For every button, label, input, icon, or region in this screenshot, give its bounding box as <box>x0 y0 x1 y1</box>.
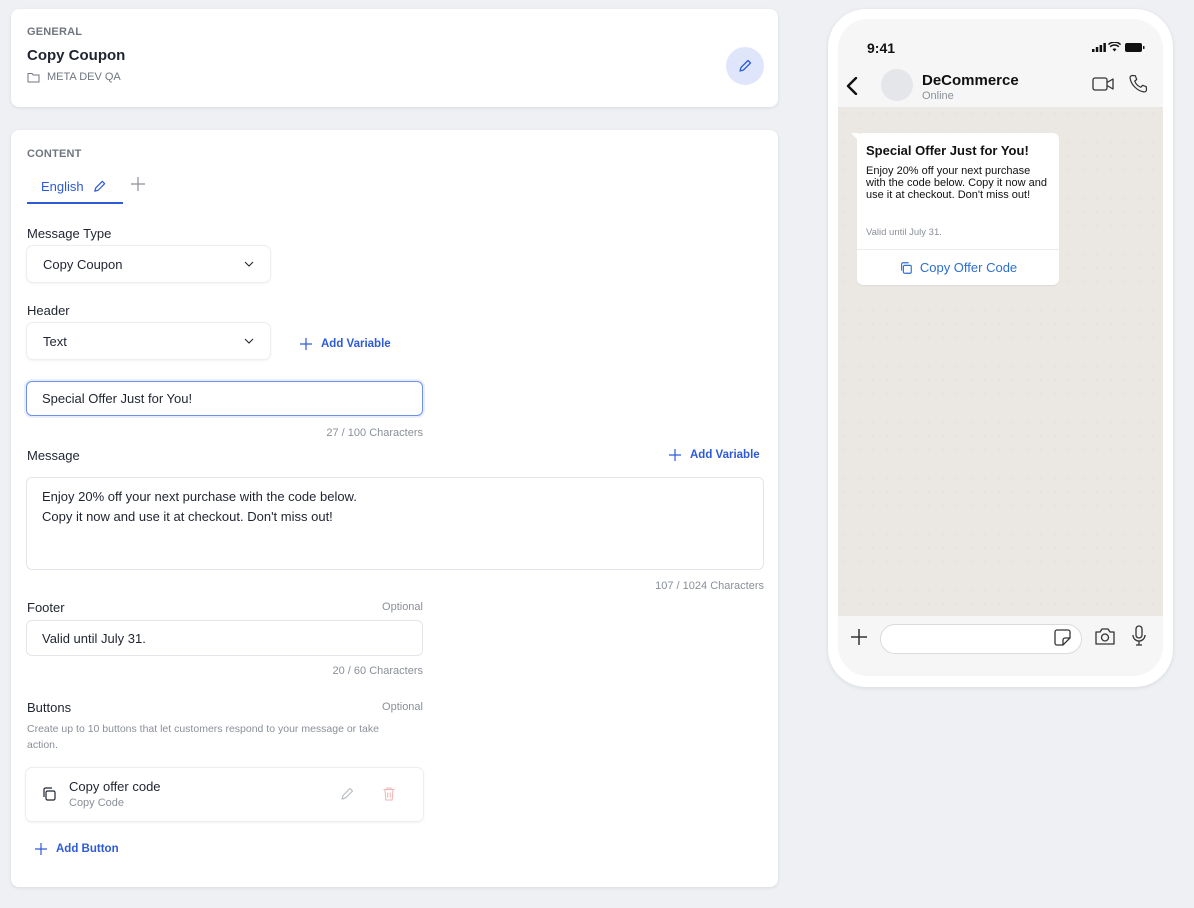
header-char-counter: 27 / 100 Characters <box>326 427 423 439</box>
content-card: CONTENT English Message Type Copy Coupon… <box>11 130 778 887</box>
button-list-item: Copy offer code Copy Code <box>26 768 423 821</box>
chat-header: DeCommerce Online <box>838 59 1163 107</box>
signal-icon <box>1092 43 1106 52</box>
chat-area: Special Offer Just for You! Enjoy 20% of… <box>838 107 1163 616</box>
status-time: 9:41 <box>867 40 896 56</box>
general-card: GENERAL Copy Coupon META DEV QA <box>11 9 778 107</box>
footer-optional-tag: Optional <box>382 601 423 613</box>
pencil-icon <box>739 59 752 72</box>
buttons-label: Buttons <box>27 700 72 715</box>
message-add-variable-label: Add Variable <box>690 449 760 461</box>
message-label: Message <box>27 448 80 463</box>
buttons-hint: Create up to 10 buttons that let custome… <box>27 723 379 751</box>
contact-name: DeCommerce <box>922 72 1019 89</box>
plus-icon[interactable] <box>849 627 869 647</box>
buttons-optional-tag: Optional <box>382 701 423 713</box>
tab-english-label: English <box>41 178 84 194</box>
copy-offer-code-button[interactable]: Copy Offer Code <box>857 250 1059 285</box>
chat-text-input[interactable] <box>880 624 1082 654</box>
copy-icon <box>43 787 56 801</box>
footer-char-counter: 20 / 60 Characters <box>332 665 424 677</box>
phone-preview: 9:41 DeCommerce Online Special Offer Jus… <box>828 9 1173 687</box>
plus-icon <box>669 449 681 461</box>
plus-icon <box>35 843 47 855</box>
footer-input[interactable]: Valid until July 31. <box>26 620 423 656</box>
message-line: Enjoy 20% off your next purchase with th… <box>42 489 357 504</box>
folder-name: META DEV QA <box>47 71 121 83</box>
message-type-label: Message Type <box>27 226 112 241</box>
template-title: Copy Coupon <box>27 47 126 64</box>
tab-english[interactable]: English <box>27 170 123 204</box>
wifi-icon <box>1108 42 1121 52</box>
footer-label: Footer <box>27 600 65 615</box>
add-button-label: Add Button <box>56 843 119 855</box>
header-type-value: Text <box>43 333 67 349</box>
video-call-icon[interactable] <box>1092 77 1115 91</box>
header-text-input[interactable]: Special Offer Just for You! <box>26 381 423 416</box>
bubble-tail <box>851 133 859 141</box>
sticker-icon[interactable] <box>1053 628 1072 647</box>
bubble-body: Enjoy 20% off your next purchase with th… <box>866 165 1048 201</box>
header-label: Header <box>27 303 70 318</box>
button-item-name: Copy offer code <box>69 779 161 794</box>
camera-icon[interactable] <box>1094 627 1116 646</box>
chevron-down-icon <box>244 338 254 344</box>
button-item-type: Copy Code <box>69 797 125 809</box>
microphone-icon[interactable] <box>1132 625 1146 647</box>
header-add-variable-label: Add Variable <box>321 338 391 350</box>
add-button-button[interactable]: Add Button <box>34 842 119 856</box>
message-line: Copy it now and use it at checkout. Don'… <box>42 509 333 524</box>
header-type-select[interactable]: Text <box>27 323 270 359</box>
edit-general-button[interactable] <box>726 47 764 85</box>
plus-icon <box>300 338 312 350</box>
battery-icon <box>1125 43 1145 52</box>
pencil-icon[interactable] <box>92 179 107 194</box>
message-type-select[interactable]: Copy Coupon <box>27 246 270 282</box>
bubble-title: Special Offer Just for You! <box>866 143 1029 158</box>
copy-icon <box>900 261 912 274</box>
message-char-counter: 107 / 1024 Characters <box>655 580 764 592</box>
chevron-down-icon <box>244 261 254 267</box>
phone-call-icon[interactable] <box>1129 74 1148 93</box>
general-section-label: GENERAL <box>27 26 83 38</box>
phone-screen: 9:41 DeCommerce Online Special Offer Jus… <box>838 19 1163 676</box>
message-add-variable-button[interactable]: Add Variable <box>668 448 760 462</box>
folder-icon <box>27 72 40 82</box>
contact-status: Online <box>922 90 954 102</box>
copy-offer-code-label: Copy Offer Code <box>919 260 1018 275</box>
bubble-footer: Valid until July 31. <box>866 227 942 238</box>
header-add-variable-button[interactable]: Add Variable <box>299 337 391 351</box>
message-type-value: Copy Coupon <box>43 256 123 272</box>
content-section-label: CONTENT <box>27 148 82 160</box>
avatar[interactable] <box>881 69 913 101</box>
message-bubble: Special Offer Just for You! Enjoy 20% of… <box>851 133 1059 285</box>
chat-input-bar <box>838 616 1163 676</box>
pencil-icon[interactable] <box>339 786 355 802</box>
add-language-icon[interactable] <box>129 175 147 193</box>
status-bar: 9:41 <box>838 19 1163 59</box>
trash-icon[interactable] <box>382 786 396 802</box>
folder-row: META DEV QA <box>27 71 121 83</box>
back-arrow-icon[interactable] <box>846 77 858 95</box>
message-textarea[interactable]: Enjoy 20% off your next purchase with th… <box>26 477 764 570</box>
